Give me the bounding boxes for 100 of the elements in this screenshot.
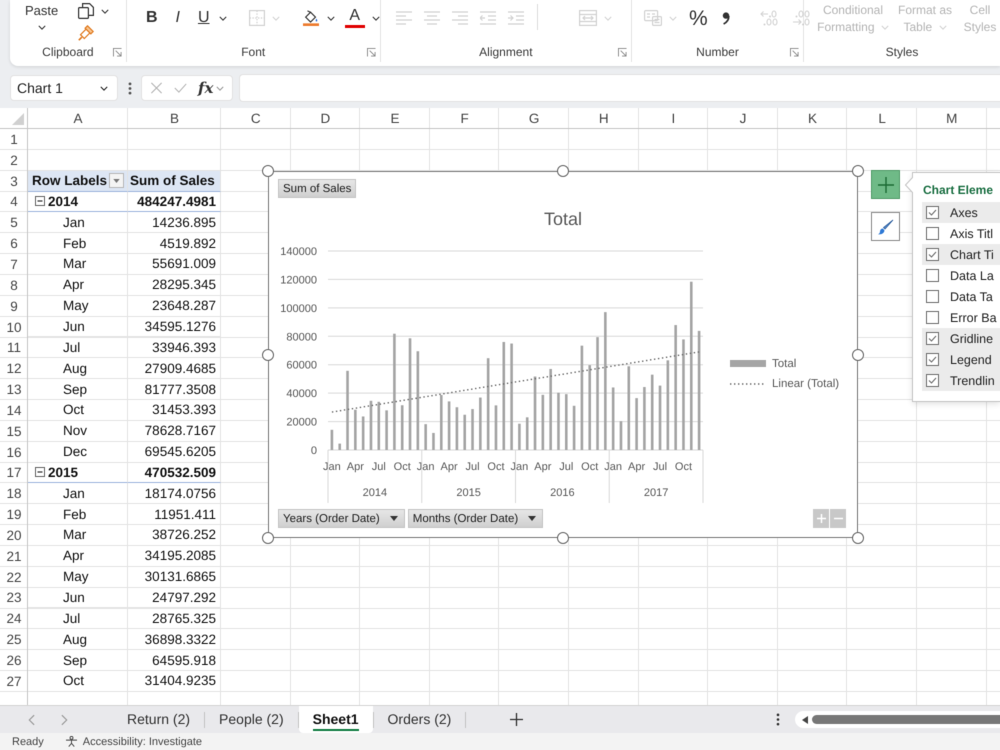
percent-button[interactable]: %: [686, 6, 711, 30]
column-header[interactable]: D: [290, 108, 360, 129]
column-header[interactable]: L: [847, 108, 917, 129]
chart-bar: [542, 394, 544, 450]
row-header[interactable]: 10: [0, 316, 28, 338]
column-header[interactable]: A: [28, 108, 128, 129]
checkbox[interactable]: [926, 374, 939, 387]
chart-element-option[interactable]: Gridline: [922, 328, 1000, 349]
check-icon[interactable]: [174, 82, 187, 94]
axis-field-button[interactable]: Years (Order Date): [278, 509, 405, 528]
column-header[interactable]: F: [430, 108, 500, 129]
row-header[interactable]: 9: [0, 296, 28, 317]
checkbox[interactable]: [926, 269, 939, 282]
row-header[interactable]: 8: [0, 274, 28, 296]
accessibility-status[interactable]: Accessibility: Investigate: [82, 736, 202, 748]
row-header[interactable]: 4: [0, 192, 28, 212]
chart-element-option[interactable]: Data La: [922, 265, 1000, 286]
chart-element-option[interactable]: Data Ta: [922, 286, 1000, 307]
row-header[interactable]: 12: [0, 358, 28, 380]
formula-input[interactable]: [239, 74, 1000, 102]
axis-field-button[interactable]: Months (Order Date): [408, 509, 544, 528]
chart-elements-button[interactable]: [871, 170, 900, 199]
insert-function-button[interactable]: fx: [198, 79, 214, 97]
column-header[interactable]: J: [708, 108, 778, 129]
column-header[interactable]: B: [128, 108, 221, 129]
column-header[interactable]: M: [916, 108, 987, 129]
chevron-right-icon[interactable]: [61, 714, 68, 726]
row-header[interactable]: 5: [0, 212, 28, 234]
value-cell: 34195.2085: [128, 546, 221, 567]
filter-button[interactable]: [109, 173, 124, 188]
row-header[interactable]: 16: [0, 442, 28, 462]
row-header[interactable]: 26: [0, 650, 28, 671]
scrollbar-thumb[interactable]: [812, 715, 1000, 724]
paste-button[interactable]: Paste: [22, 1, 62, 30]
sheet-tab[interactable]: Return (2): [113, 706, 204, 733]
row-header[interactable]: 18: [0, 483, 28, 504]
dialog-launcher-icon[interactable]: [790, 48, 799, 56]
plus-icon[interactable]: [510, 713, 524, 726]
bold-button[interactable]: B: [140, 6, 163, 30]
row-header[interactable]: 23: [0, 588, 28, 608]
font-color-button[interactable]: A: [342, 6, 383, 30]
checkbox[interactable]: [926, 206, 939, 219]
row-header[interactable]: 1: [0, 129, 28, 150]
dialog-launcher-icon[interactable]: [618, 48, 627, 56]
checkbox[interactable]: [926, 332, 939, 345]
column-header[interactable]: G: [499, 108, 569, 129]
name-box[interactable]: Chart 1: [10, 75, 118, 101]
sheet-tab[interactable]: Sheet1: [298, 706, 373, 733]
chart-element-option[interactable]: Axis Titl: [922, 223, 1000, 244]
collapse-icon[interactable]: [35, 467, 45, 478]
collapse-field-button[interactable]: [830, 509, 846, 528]
row-header[interactable]: 7: [0, 254, 28, 275]
row-header[interactable]: 19: [0, 504, 28, 526]
dialog-launcher-icon[interactable]: [112, 48, 122, 56]
horizontal-scrollbar[interactable]: [795, 711, 1000, 728]
checkbox[interactable]: [926, 353, 939, 366]
caret-left-icon[interactable]: [802, 716, 808, 724]
chart-element-option[interactable]: Error Ba: [922, 307, 1000, 328]
row-header[interactable]: 13: [0, 379, 28, 400]
checkbox[interactable]: [926, 311, 939, 324]
collapse-icon[interactable]: [35, 196, 45, 206]
row-header[interactable]: 14: [0, 400, 28, 421]
row-header[interactable]: 24: [0, 608, 28, 630]
row-header[interactable]: 22: [0, 566, 28, 588]
chart-bar: [456, 407, 458, 450]
chart-element-option[interactable]: Axes: [922, 202, 1000, 223]
chevron-left-icon[interactable]: [28, 714, 35, 726]
value-field-button[interactable]: Sum of Sales: [278, 179, 356, 198]
underline-button[interactable]: U: [192, 6, 230, 30]
column-header[interactable]: H: [568, 108, 639, 129]
column-header[interactable]: C: [221, 108, 291, 129]
chart-frame[interactable]: [268, 171, 858, 538]
sheet-tab[interactable]: Orders (2): [374, 706, 466, 733]
checkbox[interactable]: [926, 248, 939, 261]
column-header[interactable]: K: [778, 108, 848, 129]
chevron-down-icon: [669, 16, 677, 20]
row-header[interactable]: 3: [0, 170, 28, 192]
row-header[interactable]: 25: [0, 629, 28, 650]
row-header[interactable]: 11: [0, 337, 28, 358]
expand-field-button[interactable]: [813, 509, 829, 528]
chart-element-option[interactable]: Trendlin: [922, 370, 1000, 391]
italic-button[interactable]: I: [166, 6, 189, 30]
chart-element-option[interactable]: Legend: [922, 349, 1000, 370]
row-header[interactable]: 2: [0, 150, 28, 171]
row-header[interactable]: 21: [0, 546, 28, 567]
column-header[interactable]: I: [638, 108, 708, 129]
row-header[interactable]: 15: [0, 420, 28, 442]
chart-element-option[interactable]: Chart Ti: [922, 244, 1000, 265]
more-icon[interactable]: [776, 713, 780, 726]
sheet-tab[interactable]: People (2): [205, 706, 298, 733]
vertical-dots-icon[interactable]: [128, 82, 132, 94]
row-header[interactable]: 20: [0, 525, 28, 546]
column-header[interactable]: E: [360, 108, 430, 129]
chart-styles-button[interactable]: [871, 212, 900, 241]
dialog-launcher-icon[interactable]: [366, 48, 376, 56]
row-header[interactable]: 6: [0, 233, 28, 254]
row-header[interactable]: 17: [0, 462, 28, 484]
checkbox[interactable]: [926, 227, 939, 240]
row-header[interactable]: 27: [0, 670, 28, 692]
checkbox[interactable]: [926, 290, 939, 303]
